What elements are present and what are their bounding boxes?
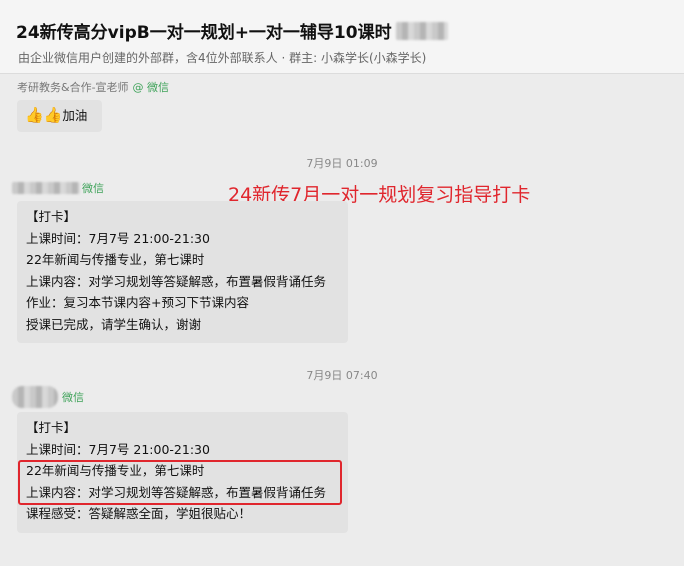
highlight-box [18, 460, 342, 505]
wechat-badge: @ 微信 [132, 81, 170, 94]
message-line: 【打卡】 [26, 420, 77, 435]
group-title[interactable]: 24新传高分vipB一对一规划+一对一辅导10课时 [16, 18, 392, 43]
message-line: 作业：复习本节课内容+预习下节课内容 [26, 295, 249, 310]
message-bubble[interactable]: 👍👍加油 [17, 100, 102, 132]
wechat-badge: 微信 [82, 182, 104, 195]
chat-area: 考研教务&合作-宣老师 @ 微信 👍👍加油 7月9日 01:09 微信 24新传… [0, 75, 684, 566]
blurred-title-suffix [395, 21, 448, 40]
sender-name-row: 微信 [12, 386, 84, 408]
message-line: 授课已完成，请学生确认，谢谢 [26, 316, 202, 332]
timestamp: 7月9日 07:40 [306, 369, 378, 382]
message-bubble[interactable]: 【打卡】 上课时间：7月7号 21:00-21:30 22年新闻与传播专业，第七… [17, 201, 348, 343]
message-line: 22年新闻与传播专业，第七课时 [26, 252, 205, 267]
message-line: 课程感受：答疑解惑全面，学姐很贴心！ [26, 506, 252, 521]
wechat-badge: 微信 [62, 391, 84, 404]
title-row: 24新传高分vipB一对一规划+一对一辅导10课时 [16, 18, 448, 43]
sender-name[interactable]: 考研教务&合作-宣老师 [17, 79, 129, 95]
message-line: 上课内容：对学习规划等答疑解惑，布置暑假背诵任务 [26, 273, 327, 289]
blurred-sender-name [12, 182, 80, 194]
sender-name-row: 微信 [12, 180, 104, 196]
sender-name-row: 考研教务&合作-宣老师 @ 微信 [17, 79, 169, 95]
thumbs-up-icon: 👍👍 [25, 106, 63, 124]
message-line: 上课时间：7月7号 21:00-21:30 [26, 441, 210, 457]
group-subtitle: 由企业微信用户创建的外部群，含4位外部联系人 · 群主: 小森学长(小森学长) [18, 51, 427, 65]
blurred-sender-name [12, 386, 58, 408]
chat-header: 24新传高分vipB一对一规划+一对一辅导10课时 由企业微信用户创建的外部群，… [0, 0, 684, 74]
message-line: 上课时间：7月7号 21:00-21:30 [26, 230, 210, 246]
timestamp: 7月9日 01:09 [306, 157, 378, 170]
message-line: 【打卡】 [26, 209, 77, 224]
message-text: 加油 [62, 108, 88, 123]
